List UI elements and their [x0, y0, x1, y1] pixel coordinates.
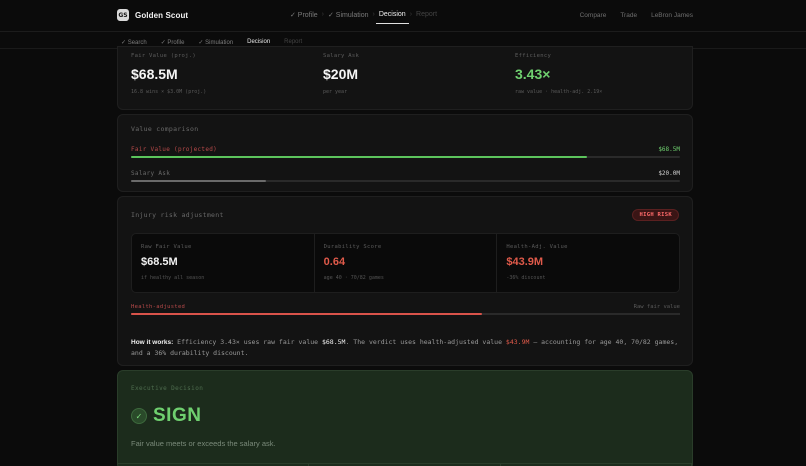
bar-value: $68.5M	[658, 146, 680, 153]
metric-value: $68.5M	[131, 66, 178, 82]
how-adj-value: $43.9M	[505, 338, 530, 346]
panel-sub: if healthy all season	[141, 275, 205, 281]
health-adjusted-fill	[131, 313, 483, 315]
app-name: Golden Scout	[135, 10, 189, 20]
bar-track	[131, 313, 680, 315]
panel-durability-score: Durability Score 0.64 age 40 · 70/82 gam…	[315, 234, 498, 292]
how-it-works-text: How it works: Efficiency 3.43× uses raw …	[131, 337, 683, 359]
how-text: . The verdict uses health-adjusted value	[345, 338, 506, 346]
panel-label: Durability Score	[323, 244, 382, 250]
panel-value: $68.5M	[141, 256, 178, 268]
compare-link[interactable]: Compare	[580, 12, 607, 19]
app-logo-icon: GS	[117, 9, 129, 21]
metric-label: Fair Value (proj.)	[131, 53, 197, 59]
metric-salary-ask: Salary Ask $20M per year	[323, 53, 359, 95]
how-raw-value: $68.5M	[321, 338, 346, 346]
workflow-steps: ✓ Profile › ✓ Simulation › Decision › Re…	[287, 11, 440, 24]
brand[interactable]: GS Golden Scout	[117, 9, 188, 21]
trade-link[interactable]: Trade	[620, 12, 637, 19]
panel-label: Raw Fair Value	[141, 244, 192, 250]
metric-sub: per year	[323, 89, 348, 95]
metrics-card: Fair Value (proj.) $68.5M 16.8 wins × $3…	[117, 46, 693, 110]
bar-label: Fair Value (projected)	[131, 146, 218, 153]
value-comparison-card: Value comparison Fair Value (projected) …	[117, 114, 693, 192]
salary-ask-bar: Salary Ask $20.0M	[131, 170, 680, 182]
injury-panels: Raw Fair Value $68.5M if healthy all sea…	[131, 233, 680, 293]
section-title: Value comparison	[131, 125, 199, 133]
metric-fair-value: Fair Value (proj.) $68.5M 16.8 wins × $3…	[131, 53, 206, 95]
bar-label: Health-adjusted	[131, 304, 186, 310]
injury-risk-card: Injury risk adjustment HIGH RISK Raw Fai…	[117, 196, 693, 366]
panel-sub: age 40 · 70/82 games	[323, 275, 384, 281]
metric-sub: 16.8 wins × $3.0M (proj.)	[131, 89, 207, 95]
panel-value: 0.64	[323, 256, 346, 268]
verdict: SIGN	[153, 405, 202, 426]
bar-track	[131, 180, 680, 182]
metric-value: 3.43×	[515, 66, 551, 82]
step-profile[interactable]: ✓ Profile	[287, 11, 321, 24]
how-text: Efficiency 3.43× uses raw fair value	[173, 338, 322, 346]
panel-sub: -36% discount	[506, 275, 546, 281]
risk-badge: HIGH RISK	[632, 209, 679, 221]
metric-value: $20M	[323, 66, 359, 82]
health-adjusted-bar: Health-adjusted Raw fair value	[131, 304, 680, 315]
verdict-row: ✓ SIGN	[131, 405, 201, 427]
metric-label: Efficiency	[515, 53, 552, 59]
step-simulation[interactable]: ✓ Simulation	[325, 11, 372, 24]
panel-value: $43.9M	[506, 256, 544, 268]
fair-value-bar: Fair Value (projected) $68.5M	[131, 146, 680, 158]
bar-label-right: Raw fair value	[633, 304, 680, 310]
step-report[interactable]: Report	[413, 11, 440, 24]
metric-label: Salary Ask	[323, 53, 360, 59]
player-name-link[interactable]: LeBron James	[651, 12, 693, 19]
verdict-description: Fair value meets or exceeds the salary a…	[131, 439, 276, 448]
bar-label: Salary Ask	[131, 170, 171, 177]
section-title: Executive Decision	[131, 385, 204, 392]
metric-sub: raw value · health-adj. 2.19×	[515, 89, 603, 95]
section-title: Injury risk adjustment	[131, 211, 224, 219]
executive-decision-card: Executive Decision ✓ SIGN Fair value mee…	[117, 370, 693, 466]
bar-track	[131, 156, 680, 158]
top-nav: Compare Trade LeBron James	[580, 12, 693, 19]
check-icon: ✓	[131, 408, 147, 424]
panel-label: Health-Adj. Value	[506, 244, 568, 250]
bar-value: $20.0M	[658, 170, 680, 177]
how-lead: How it works:	[131, 339, 174, 346]
fair-value-fill	[131, 156, 587, 158]
step-decision[interactable]: Decision	[375, 11, 409, 24]
metric-efficiency: Efficiency 3.43× raw value · health-adj.…	[515, 53, 602, 95]
panel-raw-fair-value: Raw Fair Value $68.5M if healthy all sea…	[132, 234, 315, 292]
top-bar: GS Golden Scout ✓ Profile › ✓ Simulation…	[0, 0, 806, 32]
panel-health-adj-value: Health-Adj. Value $43.9M -36% discount	[497, 234, 679, 292]
salary-ask-fill	[131, 180, 266, 182]
